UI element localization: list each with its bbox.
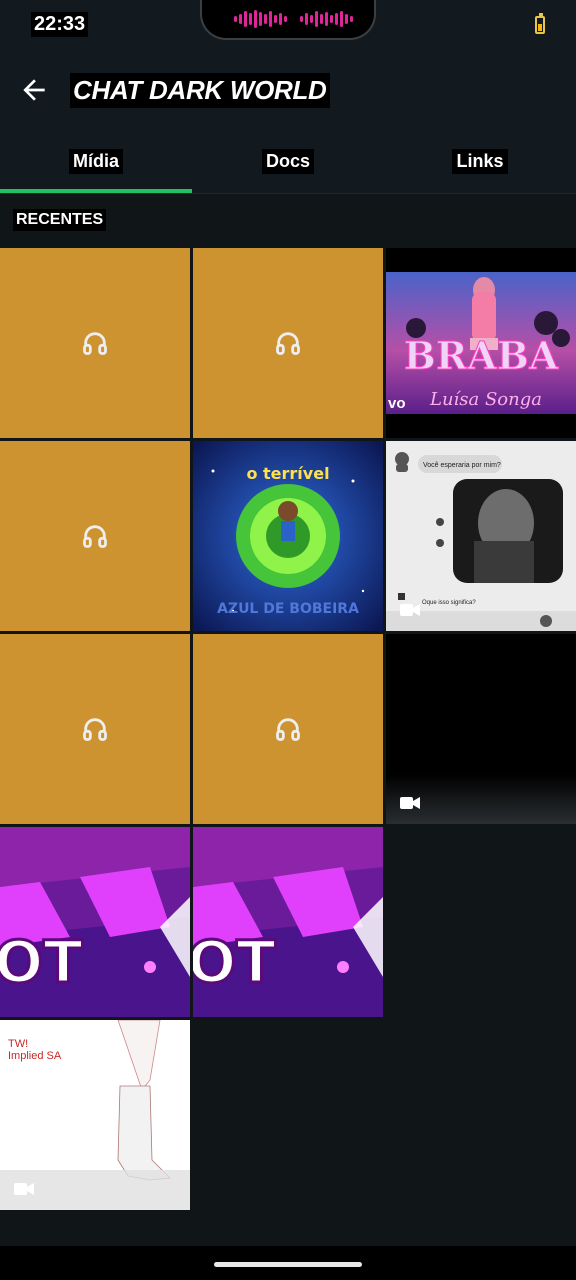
video-thumbnail-chat[interactable]: Você esperaria por mim? Oque isso signif… [386, 441, 576, 631]
audio-tile[interactable] [193, 634, 383, 824]
audio-tile[interactable] [193, 248, 383, 438]
braba-thumbnail-image: BRABA Luísa Songa vo [386, 272, 576, 414]
audio-tile[interactable] [0, 634, 190, 824]
empty-tile [193, 1020, 383, 1210]
home-gesture-bar[interactable] [214, 1262, 362, 1267]
active-tab-indicator [0, 189, 192, 193]
headphones-icon [83, 718, 107, 741]
braba-title-text: BRABA [404, 333, 559, 378]
back-arrow-icon[interactable] [18, 74, 50, 106]
bot-text: OT [193, 928, 276, 996]
section-header: RECENTES [0, 194, 576, 248]
headphones-icon [276, 332, 300, 355]
headphones-icon [83, 332, 107, 355]
empty-tile [386, 1020, 576, 1210]
terrivel-title-text: o terrível [246, 464, 329, 483]
video-camera-icon [14, 1183, 34, 1195]
bot-banner-image: OT [0, 827, 190, 1017]
tab-label: Docs [261, 148, 314, 174]
bot-banner-image: OT [193, 827, 383, 1017]
clock: 22:33 [31, 12, 89, 37]
tab-bar: Mídia Docs Links [0, 130, 576, 194]
audio-wave-icon [300, 9, 353, 29]
system-nav-bar [0, 1246, 576, 1280]
video-thumbnail-tw[interactable]: TW! Implied SA [0, 1020, 190, 1210]
battery-icon [535, 13, 545, 34]
image-thumbnail-terrivel[interactable]: o terrível AZUL DE BOBEIRA [193, 441, 383, 631]
image-thumbnail-bot[interactable]: OT [193, 827, 383, 1017]
tab-docs[interactable]: Docs [192, 130, 384, 192]
headphones-icon [83, 525, 107, 548]
tw-line2-text: Implied SA [8, 1050, 62, 1062]
audio-wave-icon [234, 9, 287, 29]
chat-question-text: Você esperaria por mim? [423, 462, 501, 469]
tab-media[interactable]: Mídia [0, 130, 192, 192]
audio-tile[interactable] [0, 441, 190, 631]
chat-reply-text: Oque isso significa? [422, 600, 476, 606]
app-bar: CHAT DARK WORLD [0, 52, 576, 130]
tab-label: Links [452, 148, 508, 174]
section-label: RECENTES [13, 209, 107, 231]
video-camera-icon [400, 604, 420, 616]
audio-tile[interactable] [0, 248, 190, 438]
camera-notch [200, 0, 376, 40]
braba-artist-text: Luísa Songa [429, 389, 542, 410]
page-title: CHAT DARK WORLD [70, 73, 330, 108]
tab-links[interactable]: Links [384, 130, 576, 192]
terrivel-sub-text: AZUL DE BOBEIRA [217, 601, 359, 617]
video-thumbnail-black[interactable] [386, 634, 576, 824]
empty-tile [386, 827, 576, 1017]
video-thumbnail-braba[interactable]: BRABA Luísa Songa vo [386, 248, 576, 438]
video-camera-icon [400, 797, 420, 809]
vevo-text: vo [388, 395, 406, 412]
image-thumbnail-bot[interactable]: OT [0, 827, 190, 1017]
headphones-icon [276, 718, 300, 741]
terrivel-cover-image: o terrível AZUL DE BOBEIRA [193, 441, 383, 631]
tab-label: Mídia [68, 148, 123, 174]
status-bar: 22:33 [0, 0, 576, 52]
tw-line1-text: TW! [8, 1038, 28, 1050]
bot-text: OT [0, 928, 83, 996]
